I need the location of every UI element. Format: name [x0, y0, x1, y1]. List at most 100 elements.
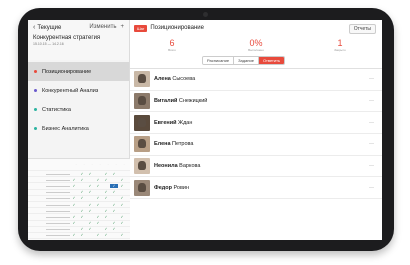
matrix-header: · · · · · · · — [28, 159, 130, 171]
list-item[interactable]: Федор Ровин — — [130, 177, 382, 200]
topbar: Шаг Позиционирование Отчеты — [130, 20, 382, 36]
avatar — [134, 114, 150, 131]
step-tag: Шаг — [134, 24, 148, 32]
bullet-icon — [34, 108, 37, 111]
check-icon: ✓ — [72, 177, 76, 182]
list-item[interactable]: Елена Петрова — — [130, 134, 382, 156]
check-icon: ✓ — [112, 208, 116, 213]
check-icon: ✓ — [104, 190, 108, 195]
check-icon: ✓ — [80, 233, 84, 238]
last-name: Ждан — [176, 119, 193, 126]
check-icon: ✓ — [80, 227, 84, 232]
sidebar-actions: Изменить + — [89, 24, 124, 30]
matrix-row: ✓ ✓ ✓ ✓ ✓ — [28, 233, 130, 240]
list-item[interactable]: Евгений Ждан — — [130, 112, 382, 135]
check-icon: ✓ — [88, 183, 92, 188]
list-item[interactable]: Виталий Снежицкий — — [130, 91, 382, 113]
matrix-col-head: · — [91, 163, 93, 166]
row-chevron-icon: — — [369, 141, 374, 148]
matrix-row-label — [46, 210, 70, 212]
check-icon: ✓ — [96, 183, 100, 188]
check-icon: ✓ — [88, 171, 92, 176]
check-icon: ✓ — [120, 177, 124, 182]
camera-dot — [203, 12, 208, 17]
sidebar-item[interactable]: Позиционирование — [28, 62, 129, 81]
sidebar-item-label: Статистика — [42, 106, 71, 113]
row-chevron-icon: — — [369, 184, 374, 191]
add-button[interactable]: + — [120, 24, 124, 30]
avatar — [134, 136, 150, 153]
reports-button[interactable]: Отчеты — [348, 24, 376, 34]
check-icon: ✓ — [104, 233, 108, 238]
check-icon: ✓ — [120, 233, 124, 238]
person-name: Федор Ровин — [154, 185, 189, 191]
check-icon: ✓ — [104, 227, 108, 232]
tab-2[interactable]: Ответить — [258, 57, 285, 64]
edit-button[interactable]: Изменить — [89, 24, 116, 30]
chevron-left-icon: ‹ — [33, 24, 36, 31]
check-icon: ✓ — [80, 171, 84, 176]
row-chevron-icon: — — [369, 76, 374, 83]
check-icon: ✓ — [96, 233, 100, 238]
row-chevron-icon: — — [369, 163, 374, 170]
stat-value: 6 — [169, 38, 175, 48]
matrix-row-label — [46, 216, 70, 218]
row-chevron-icon: — — [369, 98, 374, 105]
stat-block: 0% Выполнено — [214, 38, 298, 56]
matrix-col-head: · — [99, 163, 101, 166]
check-icon: ✓ — [104, 214, 108, 219]
stat-value: 0% — [249, 38, 263, 48]
sidebar-item[interactable]: Статистика — [28, 100, 129, 119]
check-icon: ✓ — [112, 221, 116, 226]
check-icon: ✓ — [88, 227, 92, 232]
check-icon: ✓ — [80, 190, 84, 195]
tab-1[interactable]: Задание — [234, 57, 259, 64]
stat-block: 1 Закрыто — [298, 38, 382, 56]
list-item[interactable]: Алена Сысоева — — [130, 69, 382, 91]
sidebar-item-label: Позиционирование — [42, 68, 92, 75]
tab-0[interactable]: Расписание — [203, 57, 235, 64]
sidebar-item[interactable]: Бизнес Аналитика — [28, 119, 129, 138]
avatar — [134, 93, 150, 110]
check-icon: ✓ — [120, 196, 124, 201]
bullet-icon — [34, 70, 37, 73]
check-icon: ✓ — [112, 202, 116, 207]
sidebar: ‹ Текущие Изменить + Конкурентная страте… — [28, 20, 130, 240]
check-icon: ✓ — [120, 202, 124, 207]
check-icon: ✓ — [80, 214, 84, 219]
sidebar-header: ‹ Текущие Изменить + Конкурентная страте… — [28, 20, 129, 60]
check-icon: ✓ — [88, 221, 92, 226]
last-name: Снежицкий — [177, 98, 208, 105]
matrix-row-label — [46, 197, 70, 200]
check-icon: ✓ — [120, 214, 124, 219]
matrix-row-label — [46, 173, 70, 175]
sidebar-item[interactable]: Конкурентный Анализ — [28, 81, 129, 100]
matrix-row-label — [46, 185, 70, 187]
stat-label: Выполнено — [248, 48, 264, 52]
matrix-row-label — [46, 228, 70, 231]
first-name: Елена — [154, 141, 171, 148]
check-icon: ✓ — [72, 233, 76, 238]
avatar — [134, 179, 150, 196]
stat-value: 1 — [337, 38, 343, 48]
stat-label: Закрыто — [334, 48, 346, 52]
list-item[interactable]: Неонила Варкова — — [130, 156, 382, 178]
person-name: Евгений Ждан — [154, 120, 192, 126]
check-icon: ✓ — [72, 196, 76, 201]
person-name: Неонила Варкова — [154, 163, 200, 169]
sidebar-item-label: Конкурентный Анализ — [42, 87, 99, 94]
first-name: Федор — [154, 184, 172, 191]
check-icon: ✓ — [120, 221, 124, 226]
matrix-col-head: · — [107, 163, 109, 166]
person-name: Елена Петрова — [154, 141, 193, 147]
check-icon: ✓ — [96, 196, 100, 201]
check-icon: ✓ — [112, 227, 116, 232]
page-title: Позиционирование — [150, 25, 204, 31]
sidebar-nav: Позиционирование Конкурентный Анализ Стати… — [28, 62, 129, 138]
check-icon: ✓ — [104, 171, 108, 176]
app-screen: ‹ Текущие Изменить + Конкурентная страте… — [28, 20, 382, 240]
avatar — [134, 71, 150, 88]
back-label: Текущие — [37, 24, 62, 31]
last-name: Петрова — [170, 141, 194, 148]
first-name: Алена — [154, 76, 171, 83]
